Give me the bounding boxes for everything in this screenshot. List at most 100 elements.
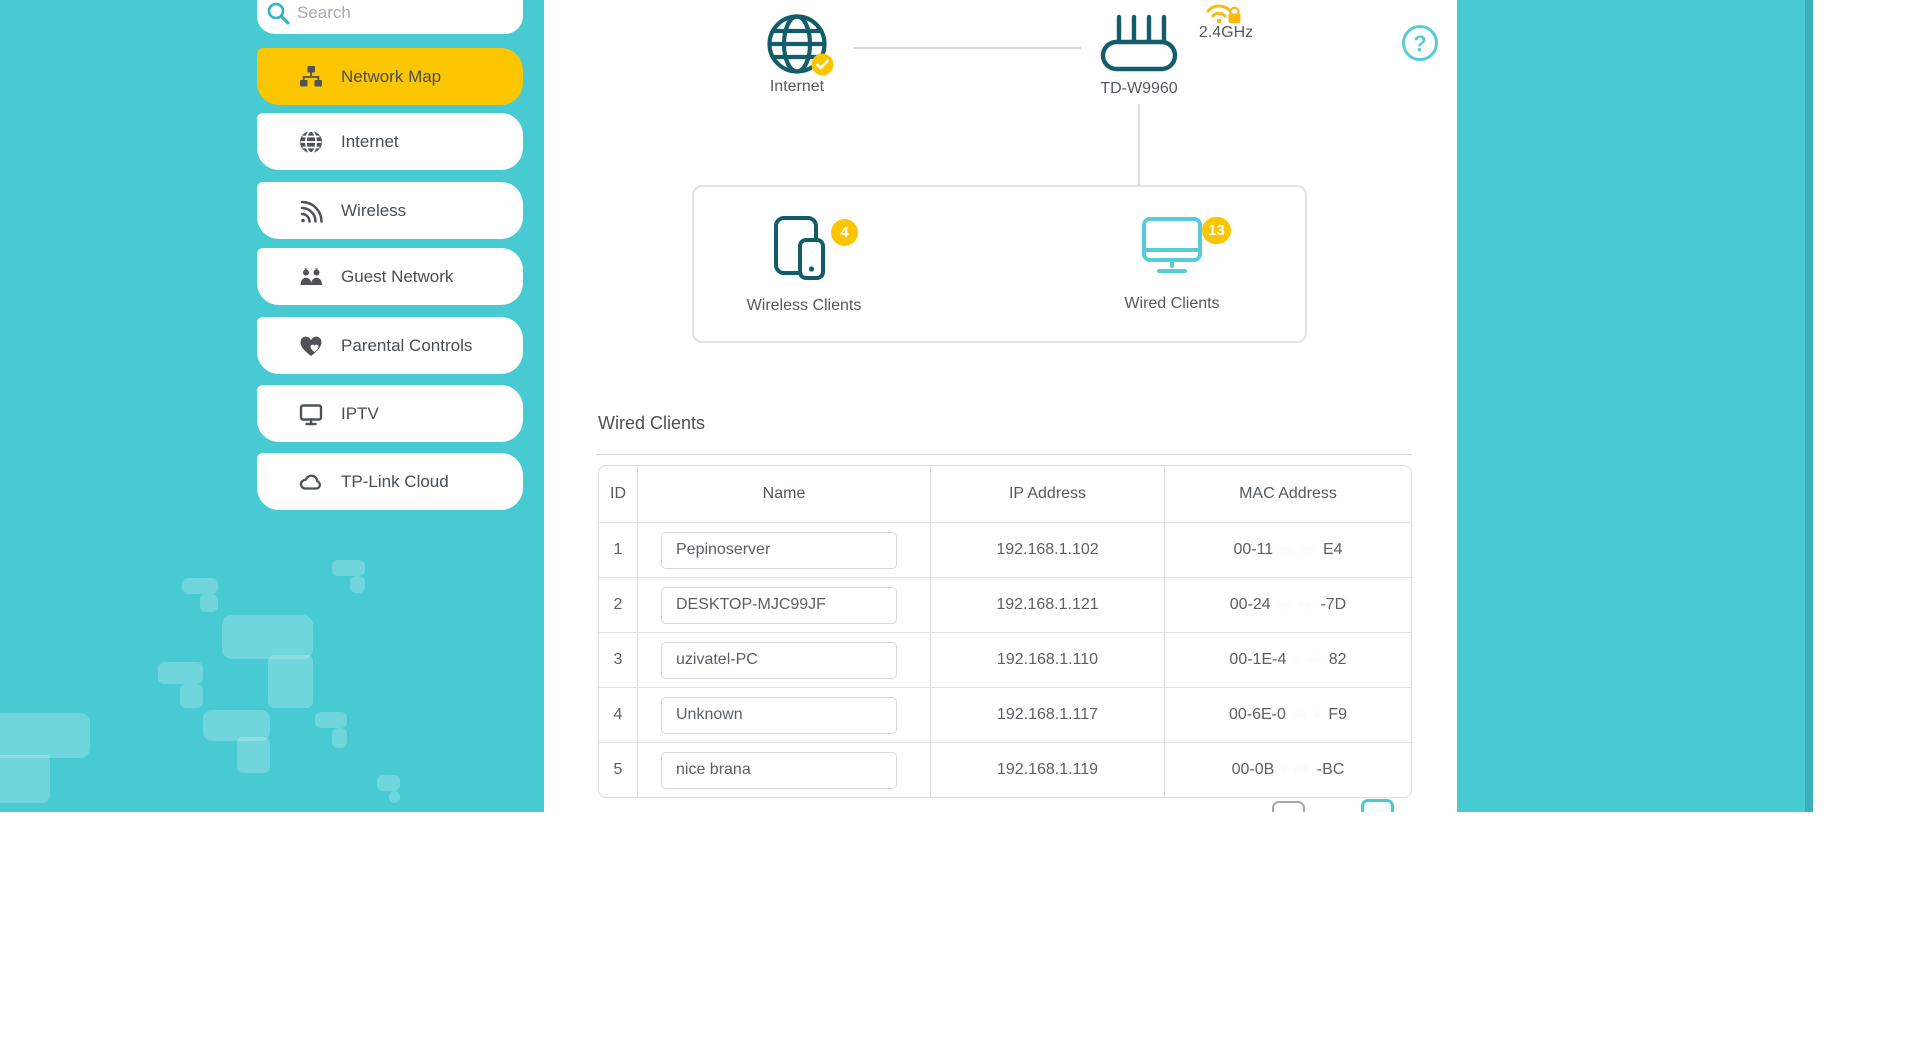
deco-pixel [350,576,365,593]
deco-pixel [180,684,203,708]
cell-ip: 192.168.1.117 [931,688,1165,742]
table-row: 3 192.168.1.110 00-1E-4· ··82 [599,632,1411,687]
table-row: 2 192.168.1.121 00-24·· ··-7D [599,577,1411,632]
client-name-input[interactable] [661,642,897,679]
cell-ip: 192.168.1.119 [931,743,1165,797]
sidebar-item-network-map[interactable]: Network Map [257,48,523,105]
column-header-id: ID [599,466,638,522]
right-scrollbar-edge[interactable] [1805,0,1813,812]
deco-pixel [182,578,218,594]
deco-pixel [332,728,347,748]
partial-button-teal[interactable] [1361,799,1394,812]
cell-ip: 192.168.1.110 [931,633,1165,687]
sidebar-item-iptv[interactable]: IPTV [257,385,523,442]
sidebar-item-label: Guest Network [341,267,453,287]
router-clients-link-line [1138,104,1140,185]
cell-mac: 00-6E-0·· ·F9 [1165,688,1411,742]
client-name-input[interactable] [661,697,897,734]
deco-pixel [200,594,218,612]
deco-pixel [0,713,90,758]
guest-people-icon [297,263,325,291]
page-viewport: Network Map Internet Wireless Guest Netw… [0,0,1813,812]
svg-text:?: ? [1413,31,1426,56]
internet-node-label: Internet [737,78,857,96]
router-admin-network-map-page: Network Map Internet Wireless Guest Netw… [0,0,1920,1040]
column-header-ip: IP Address [931,466,1165,522]
wireless-clients-icon [773,215,835,281]
connected-check-icon [811,53,834,81]
cell-mac: 00-1E-4· ··82 [1165,633,1411,687]
search-input[interactable] [297,3,507,23]
mac-redacted: ·· ·· [1278,596,1314,614]
wireless-clients-tile[interactable]: 4 Wireless Clients [704,215,904,315]
cloud-icon [297,468,325,496]
deco-pixel [0,755,50,803]
sidebar-item-label: IPTV [341,404,379,424]
sidebar-item-wireless[interactable]: Wireless [257,182,523,239]
deco-pixel [268,655,313,708]
table-row: 1 192.168.1.102 00-11·· ··E4 [599,522,1411,577]
internet-router-link-line [853,47,1081,49]
wired-clients-label: Wired Clients [1072,295,1272,313]
deco-pixel [222,615,313,659]
column-header-name: Name [638,466,931,522]
sidebar-item-label: Wireless [341,201,406,221]
monitor-icon [297,400,325,428]
wired-clients-heading: Wired Clients [598,413,705,434]
sidebar-item-tplink-cloud[interactable]: TP-Link Cloud [257,453,523,510]
router-icon [1097,61,1181,78]
deco-pixel [237,737,270,773]
cell-mac: 00-11·· ··E4 [1165,523,1411,577]
deco-pixel [315,712,347,728]
sidebar-item-label: Network Map [341,67,441,87]
wired-clients-tile[interactable]: 13 Wired Clients [1072,215,1272,313]
sidebar-item-label: TP-Link Cloud [341,472,449,492]
wired-clients-count-badge: 13 [1202,217,1231,244]
table-row: 4 192.168.1.117 00-6E-0·· ·F9 [599,687,1411,742]
section-divider [596,454,1412,455]
deco-pixel [158,662,203,684]
client-name-input[interactable] [661,587,897,624]
search-icon [265,0,291,26]
internet-node[interactable] [765,12,829,76]
cell-mac: 00-0B· ··-BC [1165,743,1411,797]
wired-clients-icon [1140,215,1204,279]
sidebar-item-guest-network[interactable]: Guest Network [257,248,523,305]
cell-id: 1 [599,523,638,577]
partial-button-gray[interactable] [1272,801,1305,812]
column-header-mac: MAC Address [1165,466,1411,522]
deco-pixel [377,775,400,791]
mac-redacted: ·· · [1293,706,1321,724]
heart-icon [297,332,325,360]
cell-id: 4 [599,688,638,742]
cell-ip: 192.168.1.102 [931,523,1165,577]
deco-pixel [389,791,400,803]
wireless-clients-label: Wireless Clients [704,297,904,315]
mac-redacted: ·· ·· [1280,541,1316,559]
wifi-signal-icon [297,197,325,225]
cell-ip: 192.168.1.121 [931,578,1165,632]
cell-id: 2 [599,578,638,632]
sidebar-item-label: Parental Controls [341,336,472,356]
mac-redacted: · ·· [1293,651,1321,669]
client-name-input[interactable] [661,532,897,569]
wifi-band-label: 2.4GHz [1186,24,1266,42]
table-header-row: ID Name IP Address MAC Address [599,466,1411,522]
mac-redacted: · ·· [1281,761,1309,779]
router-node[interactable] [1097,12,1181,74]
client-name-input[interactable] [661,752,897,789]
cell-mac: 00-24·· ··-7D [1165,578,1411,632]
cell-id: 3 [599,633,638,687]
wired-clients-table: ID Name IP Address MAC Address 1 192.168… [598,465,1412,798]
help-icon[interactable]: ? [1400,23,1440,63]
network-map-icon [297,63,325,91]
right-teal-band [1457,0,1805,812]
wireless-clients-count-badge: 4 [831,219,858,246]
sidebar-item-internet[interactable]: Internet [257,113,523,170]
wifi-band-secured-icon [1203,0,1247,22]
router-node-label: TD-W9960 [1079,80,1199,98]
sidebar-item-parental-controls[interactable]: Parental Controls [257,317,523,374]
sidebar-item-label: Internet [341,132,399,152]
table-row: 5 192.168.1.119 00-0B· ··-BC [599,742,1411,797]
search-box [257,0,523,34]
